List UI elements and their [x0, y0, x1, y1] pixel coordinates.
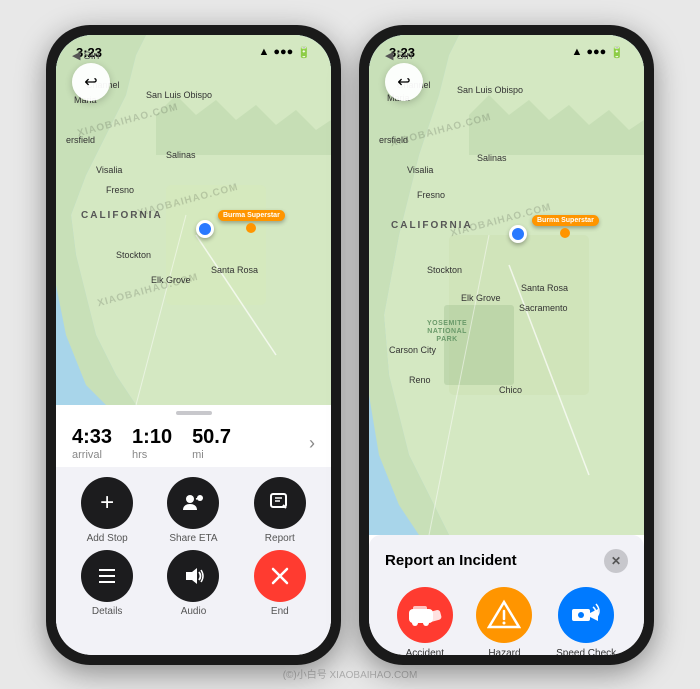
share-eta-label: Share ETA — [169, 533, 217, 544]
report-title: Report an Incident — [385, 552, 517, 569]
arrival-time: 4:33 arrival — [72, 427, 112, 461]
map-label-carsoncity: Carson City — [389, 345, 436, 355]
map-label-salinas-r: Salinas — [477, 153, 507, 163]
map-label-chico: Chico — [499, 385, 522, 395]
share-eta-icon — [180, 490, 206, 516]
speed-check-button[interactable]: Speed Check — [556, 587, 616, 655]
distance: 50.7 mi — [192, 427, 231, 461]
map-label-visalia-r: Visalia — [407, 165, 433, 175]
end-label: End — [271, 606, 289, 617]
phone-left: 3:23 ▲ ●●● 🔋 — [46, 25, 341, 665]
map-label-fresno: Fresno — [106, 185, 134, 195]
destination-marker-right: Burma Superstar — [532, 215, 599, 238]
share-eta-icon-circle — [167, 477, 219, 529]
arrival-label: arrival — [72, 449, 102, 461]
map-label-slo-r: San Luis Obispo — [457, 85, 523, 95]
report-close-button[interactable]: ✕ — [604, 549, 628, 573]
map-label-california: CALIFORNIA — [81, 210, 163, 221]
report-icon-circle — [254, 477, 306, 529]
eta-row: 4:33 arrival 1:10 hrs 50.7 mi › — [56, 417, 331, 467]
current-location-marker-right — [509, 225, 527, 243]
duration-time: 1:10 hrs — [132, 427, 172, 461]
audio-label: Audio — [181, 606, 207, 617]
map-label-reno: Reno — [409, 375, 431, 385]
share-eta-button[interactable]: Share ETA — [167, 477, 219, 544]
arrival-value: 4:33 — [72, 427, 112, 447]
map-label-sanluisobispo: San Luis Obispo — [146, 90, 212, 100]
add-stop-button[interactable]: + Add Stop — [81, 477, 133, 544]
hazard-label: Hazard — [488, 648, 520, 655]
status-icons-right: ▲ ●●● 🔋 — [571, 46, 624, 59]
destination-marker-left: Burma Superstar — [218, 210, 285, 233]
audio-icon-circle — [167, 550, 219, 602]
footer-watermark: (©)小白号 XIAOBAIHAO.COM — [283, 666, 418, 681]
duration-label: hrs — [132, 449, 147, 461]
map-label-fresno-r: Fresno — [417, 190, 445, 200]
speed-check-label: Speed Check — [556, 648, 616, 655]
hazard-button[interactable]: Hazard — [476, 587, 532, 655]
audio-button[interactable]: Audio — [167, 550, 219, 617]
nav-back-button-left[interactable]: ↩ — [72, 63, 110, 101]
report-icons: Accident Hazard — [385, 587, 628, 655]
eta-chevron[interactable]: › — [309, 433, 315, 454]
actions-row-1: + Add Stop Share — [56, 467, 331, 550]
map-label-stockton: Stockton — [116, 250, 151, 260]
speed-check-icon-circle — [558, 587, 614, 643]
map-label-ersfield-r: ersfield — [379, 135, 408, 145]
map-left[interactable]: Channel Maria San Luis Obispo ersfield V… — [56, 35, 331, 405]
hazard-icon-circle — [476, 587, 532, 643]
bottom-panel-left: 4:33 arrival 1:10 hrs 50.7 mi › — [56, 405, 331, 655]
accident-icon-circle — [397, 587, 453, 643]
end-icon — [269, 565, 291, 587]
nav-back-button-right[interactable]: ↩ — [385, 63, 423, 101]
duration-value: 1:10 — [132, 427, 172, 447]
map-label-santarosa: Santa Rosa — [211, 265, 258, 275]
audio-icon — [181, 564, 205, 588]
actions-row-2: Details Audio — [56, 550, 331, 623]
accident-button[interactable]: Accident — [397, 587, 453, 655]
accident-icon — [408, 601, 442, 629]
add-stop-label: Add Stop — [87, 533, 128, 544]
details-icon — [95, 564, 119, 588]
details-label: Details — [92, 606, 123, 617]
map-right[interactable]: Channel Maria San Luis Obispo ersfield V… — [369, 35, 644, 535]
map-label-visalia: Visalia — [96, 165, 122, 175]
map-label-california-r: CALIFORNIA — [391, 220, 473, 231]
map-label-salinas: Salinas — [166, 150, 196, 160]
map-label-ersfield: ersfield — [66, 135, 95, 145]
map-label-elkgrove-r: Elk Grove — [461, 293, 501, 303]
hazard-icon — [487, 599, 521, 631]
distance-value: 50.7 — [192, 427, 231, 447]
accident-label: Accident — [406, 648, 444, 655]
map-label-yosemite: YOSEMITENATIONALPARK — [427, 320, 467, 345]
siri-label-left: ◀ Siri — [72, 49, 99, 62]
drag-handle — [56, 405, 331, 417]
add-stop-icon-circle: + — [81, 477, 133, 529]
map-label-stockton-r: Stockton — [427, 265, 462, 275]
map-label-elkgrove: Elk Grove — [151, 275, 191, 285]
map-label-sacramento: Sacramento — [519, 303, 568, 313]
report-panel: Report an Incident ✕ — [369, 535, 644, 655]
details-button[interactable]: Details — [81, 550, 133, 617]
report-icon — [268, 491, 292, 515]
map-label-santarosa-r: Santa Rosa — [521, 283, 568, 293]
end-button[interactable]: End — [254, 550, 306, 617]
distance-label: mi — [192, 449, 204, 461]
report-header: Report an Incident ✕ — [385, 549, 628, 573]
siri-label-right: ◀ Siri — [385, 49, 412, 62]
speed-check-icon — [568, 599, 604, 631]
phones-container: 3:23 ▲ ●●● 🔋 — [46, 25, 654, 665]
current-location-marker-left — [196, 220, 214, 238]
details-icon-circle — [81, 550, 133, 602]
report-label: Report — [265, 533, 295, 544]
end-icon-circle — [254, 550, 306, 602]
status-icons-left: ▲ ●●● 🔋 — [258, 46, 311, 59]
report-button[interactable]: Report — [254, 477, 306, 544]
phone-right: 3:23 ▲ ●●● 🔋 — [359, 25, 654, 665]
